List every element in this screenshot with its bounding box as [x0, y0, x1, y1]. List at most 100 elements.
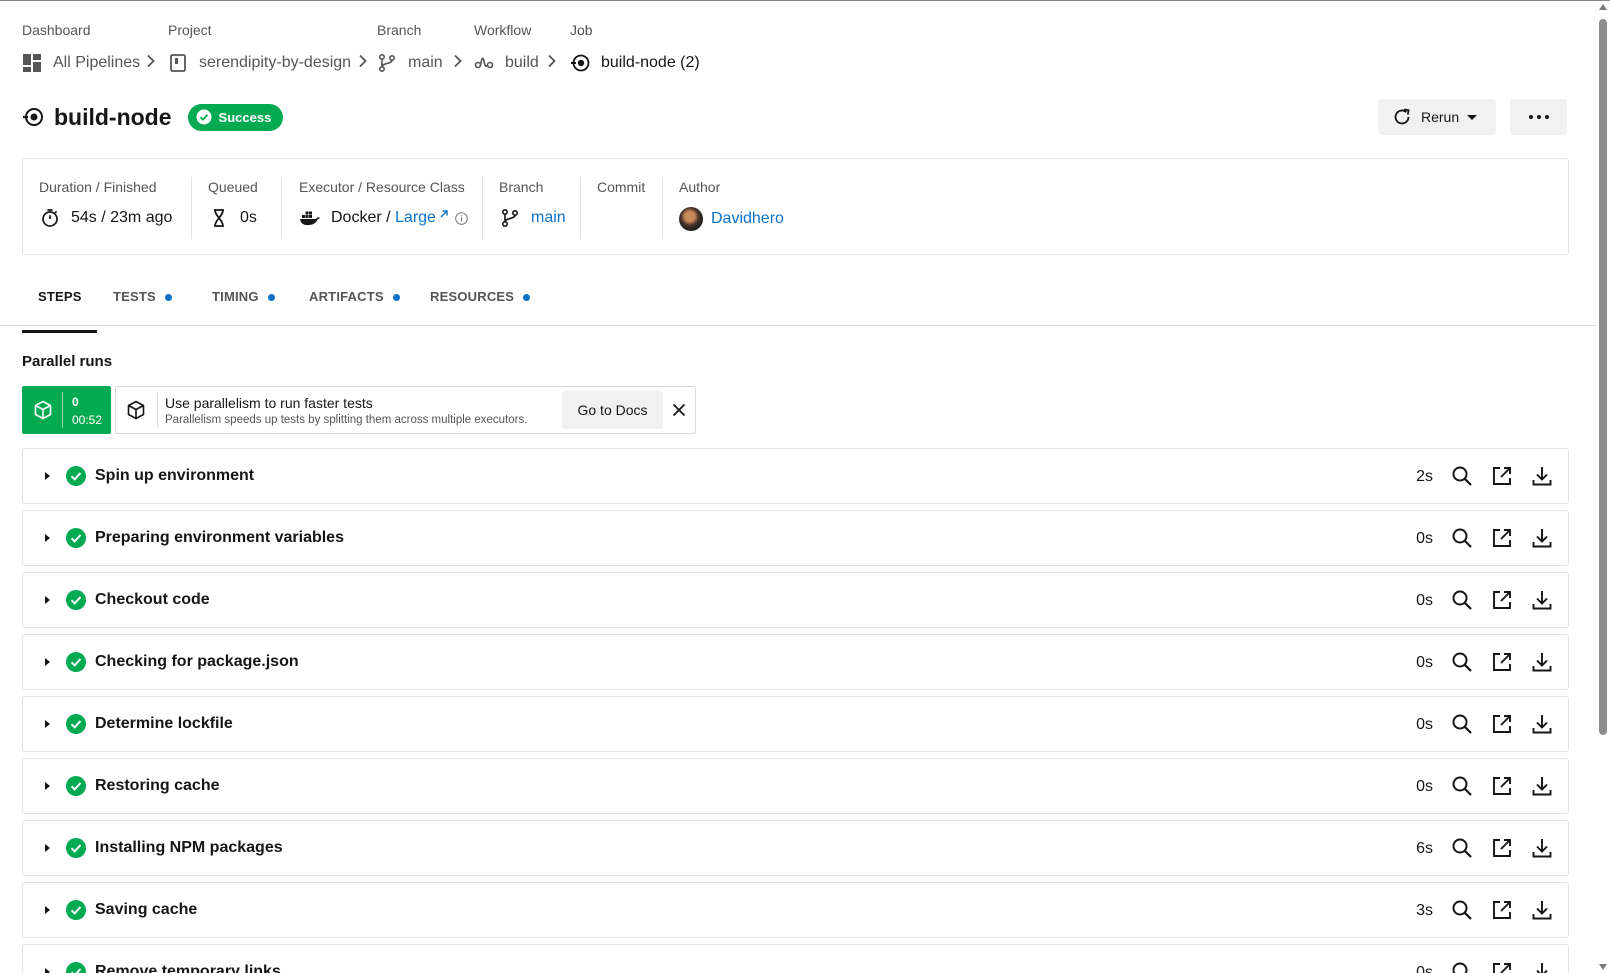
download-icon[interactable]	[1531, 589, 1553, 611]
author-label: Author	[679, 179, 721, 195]
queued-value: 0s	[240, 209, 257, 226]
expand-arrow-icon[interactable]	[45, 844, 50, 852]
open-external-icon[interactable]	[1491, 837, 1513, 859]
tab-steps-label: STEPS	[38, 289, 82, 304]
rerun-label: Rerun	[1421, 109, 1460, 125]
ellipsis-icon	[1528, 115, 1533, 119]
scroll-up-arrow-icon[interactable]	[1599, 4, 1607, 10]
expand-arrow-icon[interactable]	[45, 658, 50, 666]
step-row[interactable]: Determine lockfile 0s	[22, 696, 1569, 752]
download-icon[interactable]	[1531, 775, 1553, 797]
tab-resources[interactable]: RESOURCES	[430, 289, 531, 325]
download-icon[interactable]	[1531, 651, 1553, 673]
branch-link[interactable]: main	[531, 209, 566, 227]
step-row[interactable]: Checking for package.json 0s	[22, 634, 1569, 690]
download-icon[interactable]	[1531, 961, 1553, 973]
go-to-docs-button[interactable]: Go to Docs	[562, 391, 663, 429]
commit-label: Commit	[597, 179, 646, 195]
step-row[interactable]: Installing NPM packages 6s	[22, 820, 1569, 876]
tab-artifacts[interactable]: ARTIFACTS	[309, 289, 400, 325]
tab-resources-label: RESOURCES	[430, 289, 515, 304]
expand-arrow-icon[interactable]	[45, 720, 50, 728]
step-duration: 2s	[1416, 468, 1433, 485]
download-icon[interactable]	[1531, 527, 1553, 549]
scrollbar-thumb[interactable]	[1599, 19, 1607, 735]
expand-arrow-icon[interactable]	[45, 906, 50, 914]
search-icon[interactable]	[1451, 837, 1473, 859]
crumb-project-heading: Project	[168, 22, 212, 38]
top-border	[0, 0, 1610, 1]
crumb-dashboard-link[interactable]: All Pipelines	[53, 54, 140, 72]
expand-arrow-icon[interactable]	[45, 782, 50, 790]
dashboard-grid-icon	[22, 53, 42, 73]
step-row[interactable]: Restoring cache 0s	[22, 758, 1569, 814]
more-options-button[interactable]	[1510, 99, 1567, 135]
crumb-job-current: build-node (2)	[601, 54, 700, 71]
open-external-icon[interactable]	[1491, 527, 1513, 549]
divider	[281, 177, 282, 239]
step-duration: 6s	[1416, 840, 1433, 857]
crumb-project-link[interactable]: serendipity-by-design	[199, 54, 351, 72]
info-icon[interactable]	[455, 211, 468, 225]
download-icon[interactable]	[1531, 899, 1553, 921]
crumb-project[interactable]: Project serendipity-by-design	[168, 22, 351, 74]
step-duration: 0s	[1416, 964, 1433, 973]
step-row[interactable]: Spin up environment 2s	[22, 448, 1569, 504]
search-icon[interactable]	[1451, 713, 1473, 735]
search-icon[interactable]	[1451, 775, 1473, 797]
search-icon[interactable]	[1451, 465, 1473, 487]
open-external-icon[interactable]	[1491, 465, 1513, 487]
crumb-workflow[interactable]: Workflow build	[474, 22, 539, 74]
duration-value: 54s / 23m ago	[71, 209, 173, 226]
author-link[interactable]: Davidhero	[711, 210, 784, 228]
close-icon[interactable]	[670, 401, 688, 419]
search-icon[interactable]	[1451, 961, 1473, 973]
open-external-icon[interactable]	[1491, 651, 1513, 673]
download-icon[interactable]	[1531, 465, 1553, 487]
resource-class-link[interactable]: Large	[395, 209, 436, 227]
caret-down-icon	[1467, 114, 1478, 120]
open-external-icon[interactable]	[1491, 899, 1513, 921]
search-icon[interactable]	[1451, 899, 1473, 921]
expand-arrow-icon[interactable]	[45, 472, 50, 480]
download-icon[interactable]	[1531, 713, 1553, 735]
stopwatch-icon	[39, 207, 61, 229]
step-name: Installing NPM packages	[95, 839, 283, 856]
crumb-branch[interactable]: Branch main	[377, 22, 443, 74]
crumb-branch-link[interactable]: main	[408, 54, 443, 72]
download-icon[interactable]	[1531, 837, 1553, 859]
step-row[interactable]: Preparing environment variables 0s	[22, 510, 1569, 566]
open-external-icon[interactable]	[1491, 775, 1513, 797]
expand-arrow-icon[interactable]	[45, 596, 50, 604]
job-icon	[570, 53, 590, 73]
page-title: build-node	[54, 103, 172, 130]
open-external-icon[interactable]	[1491, 589, 1513, 611]
parallel-runs-title: Parallel runs	[22, 353, 113, 370]
parallel-run-chip[interactable]: 0 00:52	[22, 386, 111, 434]
tab-timing[interactable]: TIMING	[212, 289, 275, 325]
status-badge: Success	[187, 103, 284, 131]
crumb-dashboard[interactable]: Dashboard All Pipelines	[22, 22, 140, 74]
step-row[interactable]: Checkout code 0s	[22, 572, 1569, 628]
step-duration: 0s	[1416, 654, 1433, 671]
tab-steps[interactable]: STEPS	[22, 289, 97, 333]
parallel-run-time: 00:52	[72, 413, 103, 427]
rerun-button[interactable]: Rerun	[1378, 99, 1496, 135]
open-external-icon[interactable]	[1491, 961, 1513, 973]
scroll-down-arrow-icon[interactable]	[1599, 964, 1607, 970]
step-name: Checking for package.json	[95, 653, 299, 670]
step-row[interactable]: Saving cache 3s	[22, 882, 1569, 938]
search-icon[interactable]	[1451, 527, 1473, 549]
open-external-icon[interactable]	[1491, 713, 1513, 735]
expand-arrow-icon[interactable]	[45, 534, 50, 542]
chevron-right-icon	[146, 54, 156, 73]
scrollbar[interactable]	[1596, 1, 1610, 973]
search-icon[interactable]	[1451, 651, 1473, 673]
expand-arrow-icon[interactable]	[45, 968, 50, 973]
git-branch-icon	[377, 53, 397, 73]
step-row[interactable]: Remove temporary links 0s	[22, 944, 1569, 973]
tab-tests[interactable]: TESTS	[113, 289, 172, 325]
crumb-workflow-link[interactable]: build	[505, 54, 539, 72]
search-icon[interactable]	[1451, 589, 1473, 611]
step-name: Checkout code	[95, 591, 210, 608]
